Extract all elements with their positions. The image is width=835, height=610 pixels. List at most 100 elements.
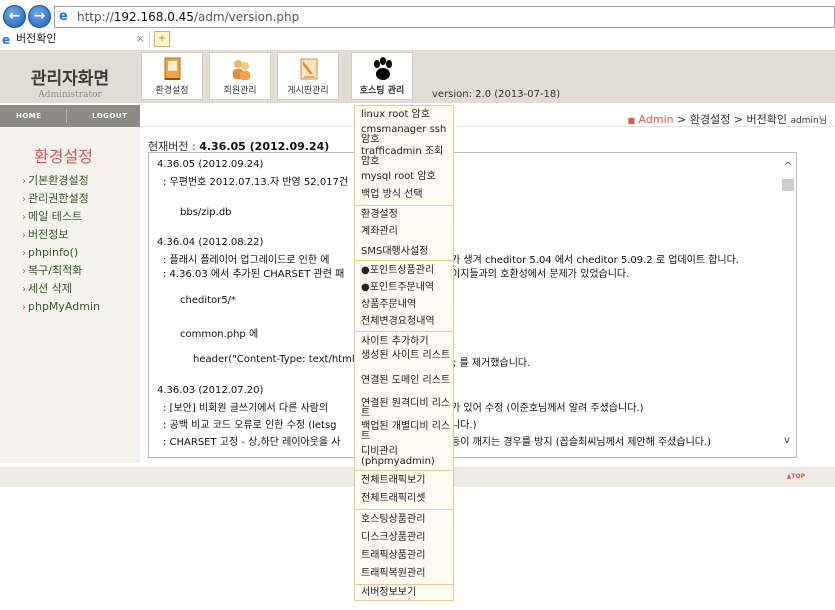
sidebar-item-mail-test[interactable]: 메일 테스트 xyxy=(22,208,100,226)
chevron-down-icon[interactable]: v xyxy=(784,435,790,446)
dropdown-item[interactable]: linux root 암호 xyxy=(361,110,453,120)
menu-board-label: 게시판관리 xyxy=(287,86,329,96)
changelog-box[interactable]: 4.36.05 (2012.09.24) : 우편번호 2012.07.13.자… xyxy=(148,152,797,458)
brand-title: 관리자화면 xyxy=(30,69,110,89)
changelog-version-heading: 4.36.03 (2012.07.20) xyxy=(157,385,264,396)
hosting-dropdown-menu: linux root 암호 cmsmanager ssh 암호 traffica… xyxy=(354,105,454,601)
dropdown-item[interactable]: 연결된 도메인 리스트 xyxy=(361,376,453,386)
paw-icon xyxy=(374,57,392,80)
left-nav-bar: HOME LOGOUT xyxy=(0,105,140,127)
address-bar[interactable]: e http://192.168.0.45/adm/version.php xyxy=(54,6,835,28)
menu-board[interactable]: 게시판관리 xyxy=(277,52,339,100)
dropdown-item[interactable]: 전체트래픽보기 xyxy=(361,476,453,486)
menu-settings[interactable]: 환경설정 xyxy=(141,52,203,100)
home-link[interactable]: HOME xyxy=(16,112,42,120)
dropdown-item[interactable]: 디스크상품관리 xyxy=(361,533,453,543)
url-prefix: http:// xyxy=(77,10,114,24)
sidebar: 환경설정 기본환경설정 관리권한설정 메일 테스트 버전정보 phpinfo()… xyxy=(0,127,140,463)
changelog-line-continued: 가 생겨 cheditor 5.04 에서 cheditor 5.09.2 로 … xyxy=(451,255,739,266)
changelog-line: : [보안] 비회원 글쓰기에서 다른 사람의 xyxy=(163,403,329,414)
dropdown-divider xyxy=(355,470,453,471)
dropdown-item[interactable]: 전체변경요청내역 xyxy=(361,317,453,327)
divider xyxy=(66,109,67,123)
close-tab-icon[interactable]: × xyxy=(136,31,145,47)
board-icon xyxy=(300,58,318,80)
changelog-line-continued: 가 있어 수정 (이준호님께서 알려 주셨습니다.) xyxy=(451,403,644,414)
dropdown-item[interactable]: mysql root 암호 xyxy=(361,172,453,182)
settings-book-icon xyxy=(164,57,181,80)
dropdown-item[interactable]: 트래픽상품관리 xyxy=(361,551,453,561)
dropdown-item[interactable]: 사이트 추가하기 xyxy=(361,337,453,347)
sidebar-item-phpinfo[interactable]: phpinfo() xyxy=(22,244,100,262)
menu-members[interactable]: 회원관리 xyxy=(209,52,271,100)
dropdown-item[interactable]: cmsmanager ssh 암호 xyxy=(361,125,453,145)
dropdown-item[interactable]: 상품주문내역 xyxy=(361,300,453,310)
changelog-line: : CHARSET 고정 - 상,하단 레이아웃을 사 xyxy=(163,437,341,448)
sidebar-item-delete-session[interactable]: 세션 삭제 xyxy=(22,280,100,298)
back-arrow-icon[interactable]: ← xyxy=(3,5,26,28)
dropdown-item[interactable]: SMS대행사설정 xyxy=(361,247,453,257)
dropdown-item[interactable]: 계좌관리 xyxy=(361,227,453,237)
breadcrumb: ■ Admin > 환경설정 > 버전확인 admin님 xyxy=(627,111,827,127)
breadcrumb-sep: > xyxy=(677,113,687,126)
dropdown-item[interactable]: 생성된 사이트 리스트 xyxy=(361,351,453,361)
version-text: version: 2.0 (2013-07-18) xyxy=(432,89,561,100)
changelog-line-continued: 등이 깨지는 경우를 방지 (꼽슬최씨님께서 제안해 주셨습니다.) xyxy=(451,437,712,448)
changelog-version-heading: 4.36.04 (2012.08.22) xyxy=(157,237,264,248)
bullet-square-icon: ■ xyxy=(627,116,636,125)
new-tab-icon[interactable]: + xyxy=(154,31,170,47)
changelog-file: bbs/zip.db xyxy=(180,207,232,218)
dropdown-divider xyxy=(355,584,453,585)
dropdown-divider xyxy=(355,205,453,206)
dropdown-item[interactable]: 디비관리 (phpmyadmin) xyxy=(361,447,453,467)
dropdown-item[interactable]: 트래픽복원관리 xyxy=(361,569,453,579)
changelog-line: : 플래시 플레이어 업그레이드로 인한 에 xyxy=(163,255,330,266)
url-path: /adm/version.php xyxy=(193,10,300,24)
dropdown-item[interactable]: ●포인트상품관리 xyxy=(361,266,453,276)
dropdown-item[interactable]: trafficadmin 조회 암호 xyxy=(361,147,453,167)
brand-subtitle: Administrator xyxy=(38,90,102,100)
dropdown-divider xyxy=(355,331,453,332)
menu-hosting[interactable]: 호스팅 관리 xyxy=(351,52,413,100)
dropdown-item[interactable]: 호스팅상품관리 xyxy=(361,515,453,525)
breadcrumb-admin[interactable]: Admin xyxy=(639,113,674,126)
tab-title: 버전확인 xyxy=(16,32,57,45)
dropdown-item[interactable]: 연결된 원격디비 리스트 xyxy=(361,399,453,419)
sidebar-item-permissions[interactable]: 관리권한설정 xyxy=(22,190,100,208)
sidebar-item-basic-settings[interactable]: 기본환경설정 xyxy=(22,172,100,190)
sidebar-item-version-info[interactable]: 버전정보 xyxy=(22,226,100,244)
breadcrumb-user: admin님 xyxy=(790,116,827,126)
sidebar-title: 환경설정 xyxy=(34,147,93,166)
scrollbar[interactable]: ^ v xyxy=(781,153,796,457)
chevron-up-icon[interactable]: ^ xyxy=(784,161,792,172)
breadcrumb-section: 환경설정 xyxy=(689,113,731,126)
breadcrumb-sep: > xyxy=(733,113,744,126)
menu-settings-label: 환경설정 xyxy=(155,86,189,96)
menu-members-label: 회원관리 xyxy=(223,86,257,96)
changelog-line-continued: 니다.) xyxy=(451,420,477,431)
changelog-line: : 우편번호 2012.07.13.자 반영 52,017건 xyxy=(163,177,349,188)
forward-arrow-icon[interactable]: → xyxy=(28,5,51,28)
sidebar-item-phpmyadmin[interactable]: phpMyAdmin xyxy=(22,298,100,316)
browser-tab[interactable]: e 버전확인 × xyxy=(0,31,150,48)
members-icon xyxy=(233,60,250,80)
dropdown-item[interactable]: 전체트래픽리셋 xyxy=(361,494,453,504)
ie-logo-icon: e xyxy=(2,33,11,47)
scroll-thumb[interactable] xyxy=(782,179,794,191)
browser-chrome: ← → e http://192.168.0.45/adm/version.ph… xyxy=(0,0,835,48)
changelog-code: header("Content-Type: text/html; ch xyxy=(193,354,373,365)
dropdown-item[interactable]: 서버정보보기 xyxy=(361,588,453,598)
dropdown-divider xyxy=(355,509,453,510)
changelog-file: common.php 에 xyxy=(180,329,259,340)
dropdown-item[interactable]: 백업된 개별디비 리스트 xyxy=(361,422,453,442)
menu-hosting-label: 호스팅 관리 xyxy=(359,86,405,96)
ie-logo-icon: e xyxy=(59,9,68,24)
logout-link[interactable]: LOGOUT xyxy=(92,112,127,120)
changelog-line-continued: 이지들과의 호환성에서 문제가 있었습니다. xyxy=(451,269,630,280)
dropdown-item[interactable]: 백업 방식 선택 xyxy=(361,190,453,200)
top-link[interactable]: ▲TOP xyxy=(787,473,805,480)
brand[interactable]: 관리자화면 Administrator xyxy=(0,50,140,103)
dropdown-item[interactable]: 환경설정 xyxy=(361,210,453,220)
sidebar-item-restore-optimize[interactable]: 복구/최적화 xyxy=(22,262,100,280)
dropdown-item[interactable]: ●포인트주문내역 xyxy=(361,283,453,293)
